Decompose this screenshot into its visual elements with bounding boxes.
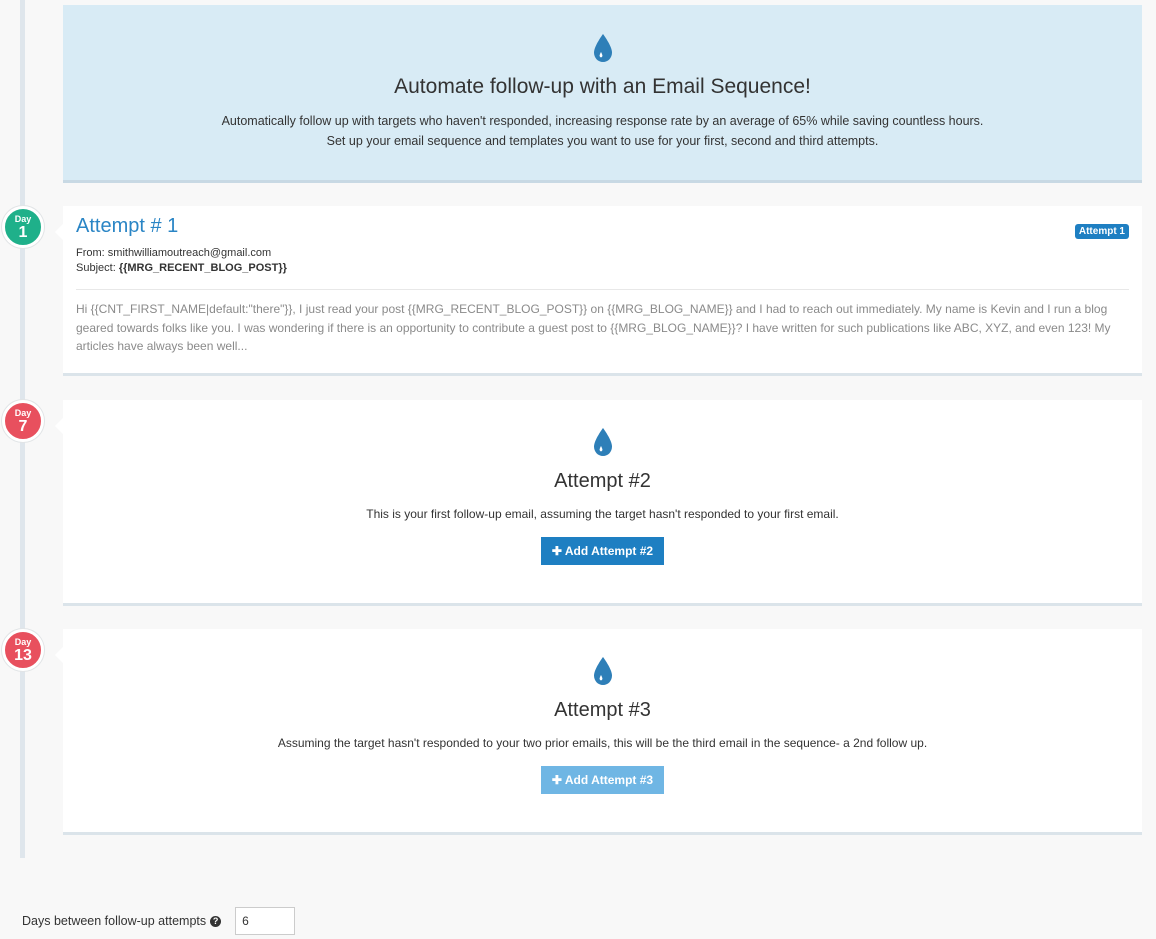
- attempt-1-tag: Attempt 1: [1074, 224, 1129, 239]
- divider: [76, 289, 1129, 290]
- attempt-3-description: Assuming the target hasn't responded to …: [277, 736, 928, 750]
- attempt-1-title[interactable]: Attempt # 1: [76, 215, 1129, 238]
- add-attempt-3-button[interactable]: ✚ Add Attempt #3: [540, 766, 665, 794]
- days-between-label: Days between follow-up attempts: [22, 914, 207, 928]
- water-drop-icon: [593, 657, 612, 685]
- banner-line-2: Set up your email sequence and templates…: [326, 134, 879, 148]
- email-subject: Subject: {{MRG_RECENT_BLOG_POST}}: [76, 261, 1129, 276]
- attempt-3-title: Attempt #3: [554, 699, 651, 721]
- subject-value: {{MRG_RECENT_BLOG_POST}}: [118, 262, 287, 274]
- banner-description: Automatically follow up with targets who…: [63, 111, 1142, 151]
- banner-title: Automate follow-up with an Email Sequenc…: [394, 75, 811, 98]
- attempt-1-card[interactable]: Attempt # 1 Attempt 1 From: smithwilliam…: [55, 206, 1142, 376]
- button-label: Add Attempt #3: [564, 773, 654, 787]
- attempt-2-title: Attempt #2: [554, 470, 651, 492]
- day-label: Day: [14, 214, 32, 224]
- plus-icon: ✚: [551, 773, 565, 787]
- banner-line-1: Automatically follow up with targets who…: [221, 114, 984, 128]
- sequence-intro-banner: Automate follow-up with an Email Sequenc…: [63, 5, 1142, 183]
- from-address: smithwilliamoutreach@gmail.com: [107, 247, 272, 259]
- email-sequence-page: Automate follow-up with an Email Sequenc…: [0, 0, 1156, 939]
- from-label: From:: [76, 247, 108, 259]
- days-between-setting: Days between follow-up attempts ?: [22, 907, 296, 935]
- button-label: Add Attempt #2: [564, 544, 654, 558]
- attempt-2-description: This is your first follow-up email, assu…: [366, 507, 839, 521]
- email-from: From: smithwilliamoutreach@gmail.com: [76, 246, 1129, 261]
- day-number: 13: [14, 647, 32, 664]
- attempt-3-card: Attempt #3 Assuming the target hasn't re…: [55, 629, 1142, 835]
- day-number: 1: [18, 224, 28, 241]
- days-between-input[interactable]: [235, 907, 296, 935]
- day-label: Day: [14, 408, 32, 418]
- plus-icon: ✚: [551, 544, 565, 558]
- water-drop-icon: [593, 428, 612, 456]
- day-number: 7: [18, 418, 28, 435]
- email-body-preview: Hi {{CNT_FIRST_NAME|default:"there"}}, I…: [76, 302, 1111, 353]
- day-badge-13: Day 13: [2, 629, 44, 671]
- day-badge-7: Day 7: [2, 400, 44, 442]
- question-circle-icon[interactable]: ?: [210, 915, 222, 927]
- attempt-2-card: Attempt #2 This is your first follow-up …: [55, 400, 1142, 606]
- day-label: Day: [14, 637, 32, 647]
- subject-label: Subject:: [76, 262, 119, 274]
- email-meta: From: smithwilliamoutreach@gmail.com Sub…: [76, 246, 1129, 276]
- add-attempt-2-button[interactable]: ✚ Add Attempt #2: [540, 537, 665, 565]
- water-drop-icon: [593, 34, 612, 62]
- day-badge-1: Day 1: [2, 206, 44, 248]
